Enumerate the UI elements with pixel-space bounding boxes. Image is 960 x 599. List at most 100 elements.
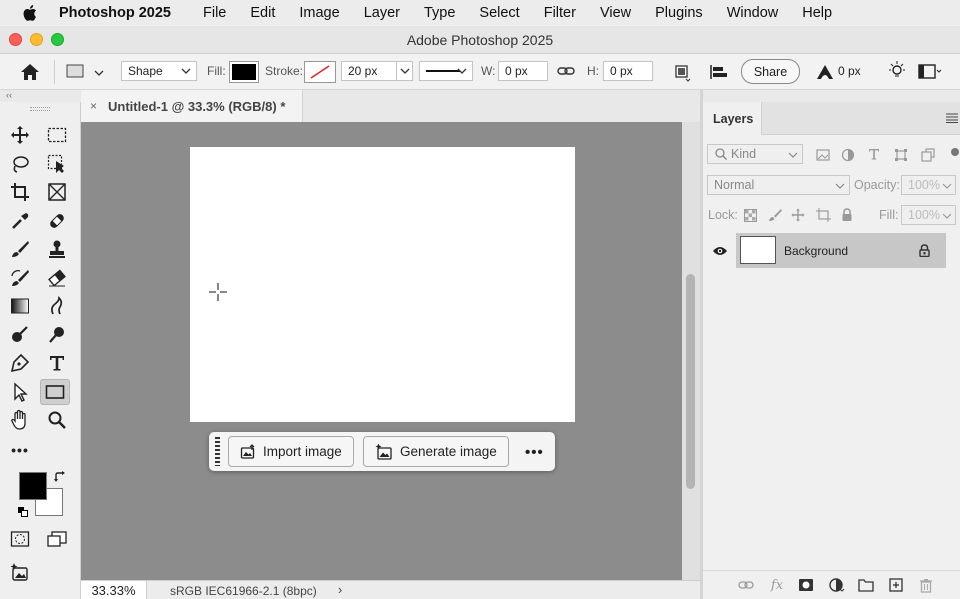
- menu-plugins[interactable]: Plugins: [655, 5, 703, 21]
- add-mask-icon[interactable]: [798, 577, 814, 593]
- tab-layers[interactable]: Layers: [703, 102, 762, 135]
- delete-layer-trash-icon[interactable]: [918, 577, 934, 593]
- hand-tool[interactable]: [5, 407, 35, 433]
- default-colors-icon[interactable]: [17, 506, 29, 521]
- vertical-scroll-thumb[interactable]: [686, 274, 695, 489]
- spot-healing-tool[interactable]: [42, 208, 72, 234]
- filter-shape-icon[interactable]: [893, 147, 909, 163]
- filter-type-icon[interactable]: [866, 146, 882, 162]
- feather-value[interactable]: 0 px: [838, 64, 861, 78]
- edit-toolbar-button[interactable]: •••: [5, 437, 35, 463]
- clone-stamp-tool[interactable]: [42, 236, 72, 262]
- gradient-tool[interactable]: [5, 293, 35, 319]
- marquee-tool[interactable]: [42, 122, 72, 148]
- dodge-tool[interactable]: [5, 322, 35, 348]
- width-field[interactable]: 0 px: [498, 61, 548, 81]
- swap-colors-icon[interactable]: [53, 470, 67, 487]
- canvas-workspace[interactable]: [81, 122, 682, 580]
- quick-mask-button[interactable]: [5, 526, 35, 552]
- height-field[interactable]: 0 px: [603, 61, 653, 81]
- stroke-width-dropdown[interactable]: [396, 62, 412, 80]
- pen-tool[interactable]: [5, 350, 35, 376]
- brush-tool[interactable]: [5, 236, 35, 262]
- menu-layer[interactable]: Layer: [364, 5, 400, 21]
- object-selection-tool[interactable]: [42, 151, 72, 177]
- lock-all-icon[interactable]: [839, 207, 855, 223]
- panel-menu-icon[interactable]: [946, 112, 958, 126]
- tool-mode-select[interactable]: Shape: [121, 61, 197, 81]
- link-layers-icon[interactable]: [738, 577, 754, 593]
- blur-tool[interactable]: [42, 293, 72, 319]
- zoom-level-field[interactable]: 33.33%: [81, 581, 147, 599]
- visibility-eye-icon[interactable]: [712, 245, 728, 260]
- collapse-left-icon[interactable]: ‹‹: [6, 90, 12, 100]
- layer-effects-fx-icon[interactable]: fx: [769, 577, 785, 593]
- toolbar-grip[interactable]: [30, 107, 50, 111]
- menu-view[interactable]: View: [600, 5, 631, 21]
- filter-adjustment-icon[interactable]: [840, 147, 856, 163]
- type-tool[interactable]: [42, 350, 72, 376]
- stroke-type-select[interactable]: [419, 61, 473, 81]
- menu-filter[interactable]: Filter: [544, 5, 576, 21]
- layer-filter-kind-select[interactable]: Kind: [707, 144, 803, 164]
- import-image-button[interactable]: Import image: [228, 436, 354, 467]
- filter-smart-object-icon[interactable]: [920, 147, 936, 163]
- fill-opacity-field[interactable]: 100%: [901, 205, 956, 225]
- new-group-folder-icon[interactable]: [858, 577, 874, 593]
- minimize-window-button[interactable]: [30, 33, 43, 46]
- panel-toggle-icon[interactable]: [917, 63, 943, 84]
- path-alignment-icon[interactable]: [708, 63, 730, 86]
- panel-collapse-strip[interactable]: [703, 90, 960, 102]
- generate-image-button[interactable]: Generate image: [363, 436, 509, 467]
- home-icon[interactable]: [20, 63, 40, 84]
- menu-image[interactable]: Image: [299, 5, 339, 21]
- path-selection-tool[interactable]: [5, 379, 35, 405]
- menu-file[interactable]: File: [203, 5, 226, 21]
- apple-icon[interactable]: [22, 4, 38, 22]
- zoom-tool[interactable]: [42, 407, 72, 433]
- generate-image-tool[interactable]: [5, 559, 35, 585]
- lock-paint-icon[interactable]: [767, 207, 783, 223]
- eraser-tool[interactable]: [42, 265, 72, 291]
- filter-pixel-icon[interactable]: [815, 147, 831, 163]
- filter-toggle-icon[interactable]: [947, 144, 960, 160]
- document-canvas[interactable]: [190, 147, 575, 422]
- more-options-button[interactable]: •••: [525, 444, 544, 461]
- layer-lock-icon[interactable]: [919, 244, 930, 260]
- menu-help[interactable]: Help: [802, 5, 832, 21]
- share-button[interactable]: Share: [741, 59, 800, 84]
- history-brush-tool[interactable]: [5, 265, 35, 291]
- layer-item-background[interactable]: Background: [736, 233, 946, 268]
- move-tool[interactable]: [5, 122, 35, 148]
- lock-position-icon[interactable]: [790, 207, 806, 223]
- stroke-width-field[interactable]: 20 px: [341, 61, 413, 81]
- opacity-field[interactable]: 100%: [901, 175, 956, 195]
- lock-artboard-icon[interactable]: [815, 207, 831, 223]
- new-adjustment-layer-icon[interactable]: [829, 577, 845, 593]
- path-operations-icon[interactable]: [673, 63, 695, 86]
- screen-mode-button[interactable]: [42, 526, 72, 552]
- close-icon[interactable]: ×: [90, 99, 97, 113]
- menu-window[interactable]: Window: [727, 5, 779, 21]
- menu-select[interactable]: Select: [479, 5, 519, 21]
- lightbulb-icon[interactable]: [886, 61, 908, 84]
- foreground-color-swatch[interactable]: [19, 472, 47, 500]
- link-icon[interactable]: [557, 64, 575, 81]
- vertical-scrollbar[interactable]: [682, 122, 700, 580]
- menu-app-name[interactable]: Photoshop 2025: [59, 5, 171, 21]
- status-menu-arrow[interactable]: ›: [338, 583, 342, 597]
- zoom-window-button[interactable]: [51, 33, 64, 46]
- new-layer-icon[interactable]: [888, 577, 904, 593]
- close-window-button[interactable]: [9, 33, 22, 46]
- tool-preset-picker[interactable]: [66, 63, 106, 84]
- frame-tool[interactable]: [42, 179, 72, 205]
- crop-tool[interactable]: [5, 179, 35, 205]
- taskbar-drag-handle[interactable]: [215, 437, 220, 466]
- lasso-tool[interactable]: [5, 151, 35, 177]
- eyedropper-tool[interactable]: [5, 208, 35, 234]
- burn-tool[interactable]: [42, 322, 72, 348]
- fill-swatch[interactable]: [229, 61, 259, 83]
- lock-transparent-icon[interactable]: [742, 207, 758, 223]
- stroke-swatch[interactable]: [304, 61, 336, 83]
- document-tab[interactable]: × Untitled-1 @ 33.3% (RGB/8) *: [81, 90, 303, 122]
